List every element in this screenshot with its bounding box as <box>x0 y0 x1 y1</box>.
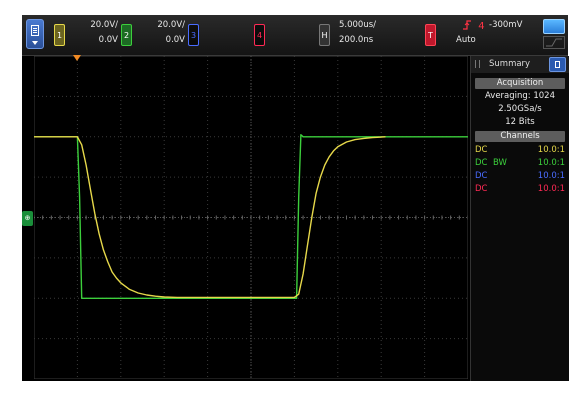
trigger-level: -300mV <box>489 20 523 30</box>
channel-coupling: DC <box>475 158 488 168</box>
channel-2-button[interactable]: 2 <box>121 24 132 46</box>
panel-menu-button[interactable] <box>549 57 566 72</box>
channel-probe-ratio: 10.0:1 <box>537 158 565 168</box>
channel-1-scale: 20.0V/ <box>90 20 118 30</box>
acquisition-bits: 12 Bits <box>505 117 535 127</box>
acquisition-averaging: Averaging: 1024 <box>484 91 556 101</box>
trigger-source: 4 <box>478 21 485 32</box>
drag-handle-icon[interactable] <box>475 60 480 68</box>
channel-coupling: DC <box>475 184 488 194</box>
waveform-plot <box>33 55 469 380</box>
rising-edge-icon <box>463 20 471 30</box>
channel-row: DC BW 10.0:1 <box>475 158 565 168</box>
channel-coupling: DC <box>475 171 488 181</box>
channel-probe-ratio: 10.0:1 <box>537 184 565 194</box>
channel-1-button[interactable]: 1 <box>54 24 65 46</box>
trigger-position-marker[interactable] <box>73 55 81 61</box>
waveform-display[interactable] <box>33 55 469 380</box>
channel-row: DC 10.0:1 <box>475 171 565 181</box>
panel-header: Summary <box>471 56 569 73</box>
channel-row: DC 10.0:1 <box>475 145 565 155</box>
channel-2-scale: 20.0V/ <box>157 20 185 30</box>
chevron-down-icon <box>32 41 38 45</box>
trigger-button[interactable]: T <box>425 24 436 46</box>
oscilloscope-screen: 1 20.0V/ 0.0V 2 20.0V/ 0.0V 3 4 H 5.000u… <box>22 15 569 381</box>
screen-icon <box>543 19 565 34</box>
channels-header: Channels <box>475 131 565 142</box>
waveform-icon <box>543 36 565 49</box>
summary-panel: Summary Acquisition Averaging: 1024 2.50… <box>470 56 569 381</box>
display-control-button[interactable] <box>543 19 565 49</box>
panel-title: Summary <box>489 59 531 69</box>
trigger-mode: Auto <box>456 35 476 45</box>
channel-probe-ratio: 10.0:1 <box>537 171 565 181</box>
horizontal-time-per-div: 5.000us/ <box>339 20 377 30</box>
horizontal-button[interactable]: H <box>319 24 330 46</box>
channel-bw-limit: BW <box>493 158 507 168</box>
top-bar: 1 20.0V/ 0.0V 2 20.0V/ 0.0V 3 4 H 5.000u… <box>22 15 568 56</box>
channel-coupling: DC <box>475 145 488 155</box>
acquisition-sample-rate: 2.50GSa/s <box>498 104 542 114</box>
main-menu-button[interactable] <box>26 19 44 49</box>
channel-4-button[interactable]: 4 <box>254 24 265 46</box>
acquisition-header: Acquisition <box>475 78 565 89</box>
channel-ground-marker[interactable]: ⊕ <box>22 211 33 226</box>
channel-probe-ratio: 10.0:1 <box>537 145 565 155</box>
trigger-info: 4 <box>462 19 485 32</box>
channel-3-button[interactable]: 3 <box>188 24 199 46</box>
channel-2-offset: 0.0V <box>165 35 185 45</box>
channel-row: DC 10.0:1 <box>475 184 565 194</box>
horizontal-delay: 200.0ns <box>339 35 374 45</box>
menu-icon <box>31 25 39 36</box>
channel-1-offset: 0.0V <box>98 35 118 45</box>
